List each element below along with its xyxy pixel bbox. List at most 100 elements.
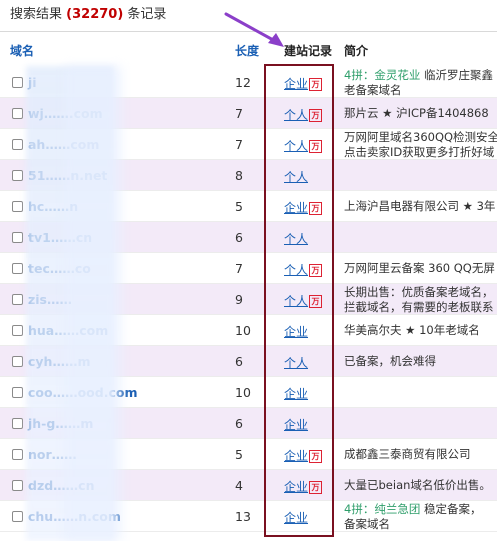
row-checkbox[interactable] [12,418,23,429]
domain-length: 6 [235,230,243,245]
domain-length: 8 [235,168,243,183]
record-type-link[interactable]: 企业 [284,418,308,432]
domain-length: 13 [235,509,251,524]
intro-text: 稳定备案， [423,502,482,516]
intro-line: 备案域名 [344,517,390,531]
record-type-link[interactable]: 个人 [284,356,308,370]
record-cell: 个人万 [284,261,323,278]
domain-link[interactable]: tv1……cn [28,230,92,245]
domain-length: 7 [235,106,243,121]
domain-link[interactable]: ah……com [28,137,99,152]
wanwang-badge-icon: 万 [309,140,323,153]
intro-line: 大量已beian域名低价出售。 [344,478,497,493]
intro-text: 万网阿里域名360QQ检测安全 [344,130,497,144]
domain-link[interactable]: coo……ood.com [28,385,137,400]
intro-cell: 万网阿里域名360QQ检测安全点击卖家ID获取更多打折好域稳定备案，有建站史，Q… [344,130,497,159]
domain-link[interactable]: dzd……cn [28,478,94,493]
intro-cell: 4拼：金灵花业 临沂罗庄聚鑫 老备案域名 [344,68,497,97]
record-type-link[interactable]: 企业 [284,480,308,494]
pinyin-tag: 4拼：纯兰急团 [344,502,421,516]
intro-line: 长期出售：优质备案老域名， [344,285,497,300]
record-type-link[interactable]: 个人 [284,108,308,122]
record-cell: 个人 [284,168,308,185]
domain-link[interactable]: nor…… [28,447,77,462]
intro-text: 临沂罗庄聚鑫 [423,68,493,82]
record-cell: 企业万 [284,199,323,216]
record-cell: 企业 [284,416,308,433]
intro-line: 4拼：纯兰急团 稳定备案， [344,502,497,517]
row-checkbox[interactable] [12,356,23,367]
record-type-link[interactable]: 企业 [284,387,308,401]
table-row: cyh……m 6 个人 已备案，机会难得 [0,346,497,377]
table-row: jh-g……m 6 企业 [0,408,497,439]
domain-length: 7 [235,261,243,276]
domain-link[interactable]: chu……n.com [28,509,121,524]
record-type-link[interactable]: 企业 [284,325,308,339]
intro-cell: 上海沪昌电器有限公司 ★ 3年 [344,199,497,214]
record-type-link[interactable]: 企业 [284,511,308,525]
intro-cell: 4拼：纯兰急团 稳定备案， 备案域名 [344,502,497,531]
wanwang-badge-icon: 万 [309,481,323,494]
record-type-link[interactable]: 个人 [284,170,308,184]
domain-length: 5 [235,199,243,214]
intro-text: 上海沪昌电器有限公司 ★ 3年 [344,199,496,213]
result-prefix: 搜索结果 [10,7,63,22]
record-cell: 企业万 [284,447,323,464]
intro-line: 成都鑫三泰商贸有限公司 [344,447,497,462]
row-checkbox[interactable] [12,294,23,305]
domain-link[interactable]: 51……n.net [28,168,107,183]
row-checkbox[interactable] [12,77,23,88]
table-row: dzd……cn 4 企业万 大量已beian域名低价出售。 [0,470,497,501]
intro-cell: 那片云 ★ 沪ICP备1404868 [344,106,497,121]
column-length-header[interactable]: 长度 [235,36,259,66]
intro-text: 成都鑫三泰商贸有限公司 [344,447,471,461]
record-type-link[interactable]: 个人 [284,263,308,277]
column-intro-header: 简介 [344,44,369,58]
intro-line: 拦截域名，有需要的老板联系 [344,300,494,314]
row-checkbox[interactable] [12,511,23,522]
domain-link[interactable]: cyh……m [28,354,90,369]
row-checkbox[interactable] [12,170,23,181]
intro-text: 那片云 ★ 沪ICP备1404868 [344,106,489,120]
row-checkbox[interactable] [12,325,23,336]
record-cell: 企业 [284,323,308,340]
record-type-link[interactable]: 企业 [284,449,308,463]
row-checkbox[interactable] [12,263,23,274]
domain-link[interactable]: zis…… [28,292,72,307]
domain-link[interactable]: hua……com [28,323,108,338]
record-type-link[interactable]: 个人 [284,232,308,246]
column-domain-header[interactable]: 域名 [10,36,34,66]
record-cell: 个人万 [284,137,323,154]
wanwang-badge-icon: 万 [309,295,323,308]
row-checkbox[interactable] [12,139,23,150]
table-row: hc……n 5 企业万 上海沪昌电器有限公司 ★ 3年 [0,191,497,222]
table-row: nor…… 5 企业万 成都鑫三泰商贸有限公司 [0,439,497,470]
record-type-link[interactable]: 企业 [284,201,308,215]
record-type-link[interactable]: 个人 [284,139,308,153]
table-header: 域名 长度 建站记录 简介 [0,36,497,66]
table-row: ah……com 7 个人万 万网阿里域名360QQ检测安全 点击卖家ID获取更多打折好域… [0,129,497,160]
record-type-link[interactable]: 个人 [284,294,308,308]
pinyin-tag: 4拼：金灵花业 [344,68,421,82]
row-checkbox[interactable] [12,232,23,243]
row-checkbox[interactable] [12,449,23,460]
record-type-link[interactable]: 企业 [284,77,308,91]
domain-length: 10 [235,323,251,338]
domain-link[interactable]: tec……co [28,261,91,276]
row-checkbox[interactable] [12,387,23,398]
table-row: hua……com 10 企业 华美高尔夫 ★ 10年老域名 [0,315,497,346]
column-record-header: 建站记录 [284,44,333,58]
domain-link[interactable]: ji [28,75,37,90]
intro-cell: 万网阿里云备案 360 QQ无屏 [344,261,497,276]
table-row: coo……ood.com 10 企业 [0,377,497,408]
domain-link[interactable]: jh-g……m [28,416,93,431]
domain-length: 6 [235,354,243,369]
record-cell: 个人 [284,354,308,371]
row-checkbox[interactable] [12,108,23,119]
domain-link[interactable]: hc……n [28,199,78,214]
row-checkbox[interactable] [12,201,23,212]
domain-link[interactable]: wj…….com [28,106,103,121]
intro-cell: 大量已beian域名低价出售。 [344,478,497,493]
row-checkbox[interactable] [12,480,23,491]
intro-line: 4拼：金灵花业 临沂罗庄聚鑫 [344,68,497,83]
